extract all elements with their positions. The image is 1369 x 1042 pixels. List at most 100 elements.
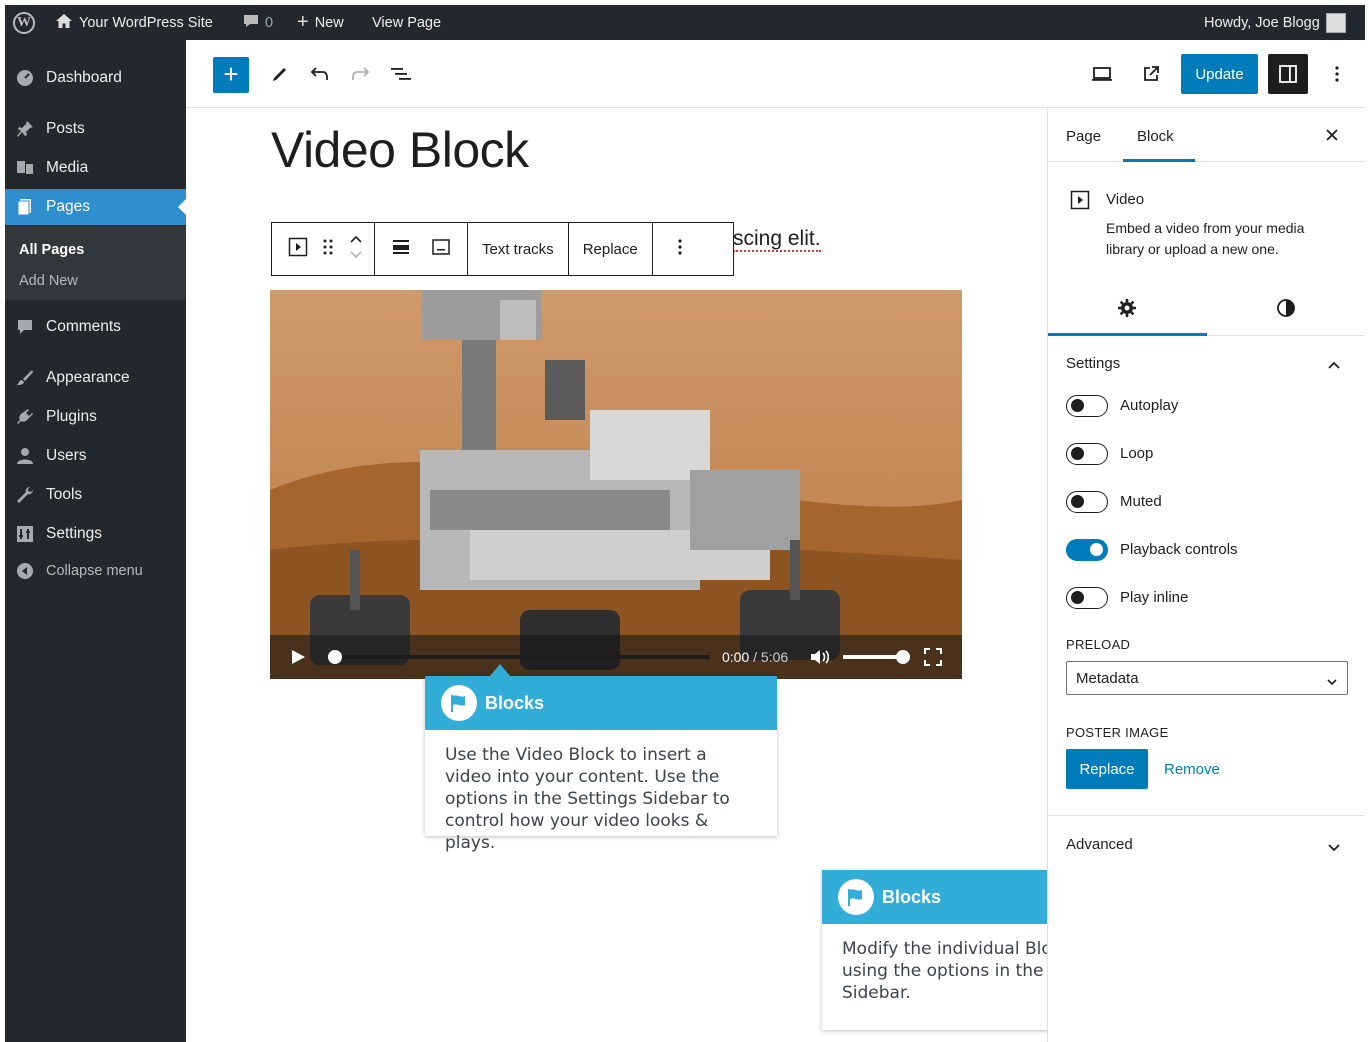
chevron-up-icon[interactable] [1327,357,1341,375]
fullscreen-icon[interactable] [924,648,942,671]
admin-bar: W Your WordPress Site 0 + New View Page … [5,5,1365,40]
tab-page[interactable]: Page [1066,128,1101,145]
view-page-link[interactable]: View Page [372,5,441,40]
new-content-link[interactable]: + New [297,5,344,40]
replace-button[interactable]: Replace [569,223,653,275]
seek-bar[interactable] [328,650,710,664]
wordpress-logo-icon[interactable]: W [13,5,35,40]
list-view-icon[interactable] [385,58,417,90]
submenu-add-new[interactable]: Add New [19,273,78,289]
sidebar-item-settings[interactable]: Settings [5,516,186,552]
home-icon [55,13,73,33]
undo-icon[interactable] [304,58,336,90]
video-block-icon [1070,190,1090,215]
sidebar-item-media[interactable]: Media [5,150,186,186]
preload-select[interactable]: Metadata [1066,661,1348,695]
poster-remove-link[interactable]: Remove [1164,761,1220,778]
pages-submenu: All Pages Add New [5,226,186,300]
preload-label: PRELOAD [1066,637,1131,652]
update-button[interactable]: Update [1181,54,1258,94]
sidebar-item-users[interactable]: Users [5,438,186,474]
media-icon [15,158,35,178]
active-style-tab-indicator [1048,333,1207,336]
preview-desktop-icon[interactable] [1086,58,1118,90]
toggle-label: Playback controls [1120,541,1238,558]
paragraph-block[interactable]: scing elit. [733,227,821,252]
close-icon[interactable] [1325,128,1339,147]
tooltip-arrow [490,664,510,676]
collapse-arrow-icon [15,561,35,581]
external-link-icon[interactable] [1135,58,1167,90]
time-current: 0:00 [722,649,750,665]
block-options-button[interactable] [653,223,707,275]
tooltip-header: Blocks [425,676,777,730]
toggle-switch[interactable] [1066,443,1108,465]
gear-icon[interactable] [1117,298,1137,323]
preload-value: Metadata [1076,670,1139,687]
more-options-icon[interactable] [1321,58,1353,90]
video-block-icon[interactable] [288,237,308,262]
redo-icon[interactable] [344,58,376,90]
wrench-icon [15,485,35,505]
account-menu[interactable]: Howdy, Joe Blogg [1204,5,1346,40]
site-name-link[interactable]: Your WordPress Site [55,5,213,40]
add-block-button[interactable]: + [213,57,249,93]
comment-bubble-icon [243,13,259,33]
advanced-heading[interactable]: Advanced [1066,836,1133,853]
toggle-switch[interactable] [1066,491,1108,513]
pages-icon [15,197,35,217]
time-display: 0:00 / 5:06 [722,649,788,665]
tab-block[interactable]: Block [1137,128,1174,145]
play-icon[interactable] [290,649,306,670]
volume-icon[interactable] [810,648,832,671]
sidebar-item-label: Plugins [46,408,97,425]
plug-icon [15,407,35,427]
paragraph-text: scing elit. [733,227,821,252]
tooltip-title: Blocks [882,886,942,907]
settings-sidebar-toggle-icon[interactable] [1268,54,1308,94]
sidebar-item-posts[interactable]: Posts [5,111,186,147]
settings-sliders-icon [15,524,35,544]
toggle-switch[interactable] [1066,587,1108,609]
toggle-label: Autoplay [1120,397,1179,414]
volume-slider[interactable] [843,650,910,664]
text-tracks-button[interactable]: Text tracks [468,223,569,275]
drag-handle-icon[interactable] [322,238,334,261]
page-title[interactable]: Video Block [271,121,529,179]
comments-link[interactable]: 0 [243,5,273,40]
sidebar-item-comments[interactable]: Comments [5,309,186,345]
site-name: Your WordPress Site [79,14,213,31]
edit-pencil-icon[interactable] [264,58,296,90]
comment-icon [15,317,35,337]
seek-handle[interactable] [328,650,342,664]
toggle-label: Loop [1120,445,1154,462]
flag-icon [441,685,477,721]
chevron-down-icon [1326,673,1338,690]
move-up-down-icon[interactable] [348,231,364,268]
sidebar-item-tools[interactable]: Tools [5,477,186,513]
settings-heading[interactable]: Settings [1066,355,1120,372]
video-player[interactable]: 0:00 / 5:06 [270,290,962,679]
caption-icon[interactable] [431,237,451,262]
poster-replace-button[interactable]: Replace [1066,749,1148,789]
sidebar-item-dashboard[interactable]: Dashboard [5,60,186,96]
toggle-switch[interactable] [1066,539,1108,561]
collapse-menu-button[interactable]: Collapse menu [5,553,186,589]
contrast-icon[interactable] [1276,298,1296,323]
block-name: Video [1106,191,1145,208]
volume-handle[interactable] [896,650,910,664]
submenu-all-pages[interactable]: All Pages [19,242,84,258]
sidebar-item-pages[interactable]: Pages [5,189,186,225]
paintbrush-icon [15,368,35,388]
sidebar-item-plugins[interactable]: Plugins [5,399,186,435]
dashboard-gauge-icon [15,68,35,88]
toggle-switch[interactable] [1066,395,1108,417]
sidebar-item-label: Settings [46,525,103,542]
sidebar-item-appearance[interactable]: Appearance [5,360,186,396]
chevron-down-icon[interactable] [1327,840,1341,858]
tooltip-title: Blocks [485,692,545,713]
comments-count: 0 [265,14,274,31]
panel-tabs: Page Block [1048,108,1365,162]
align-icon[interactable] [391,237,411,262]
style-tabs [1048,280,1365,336]
